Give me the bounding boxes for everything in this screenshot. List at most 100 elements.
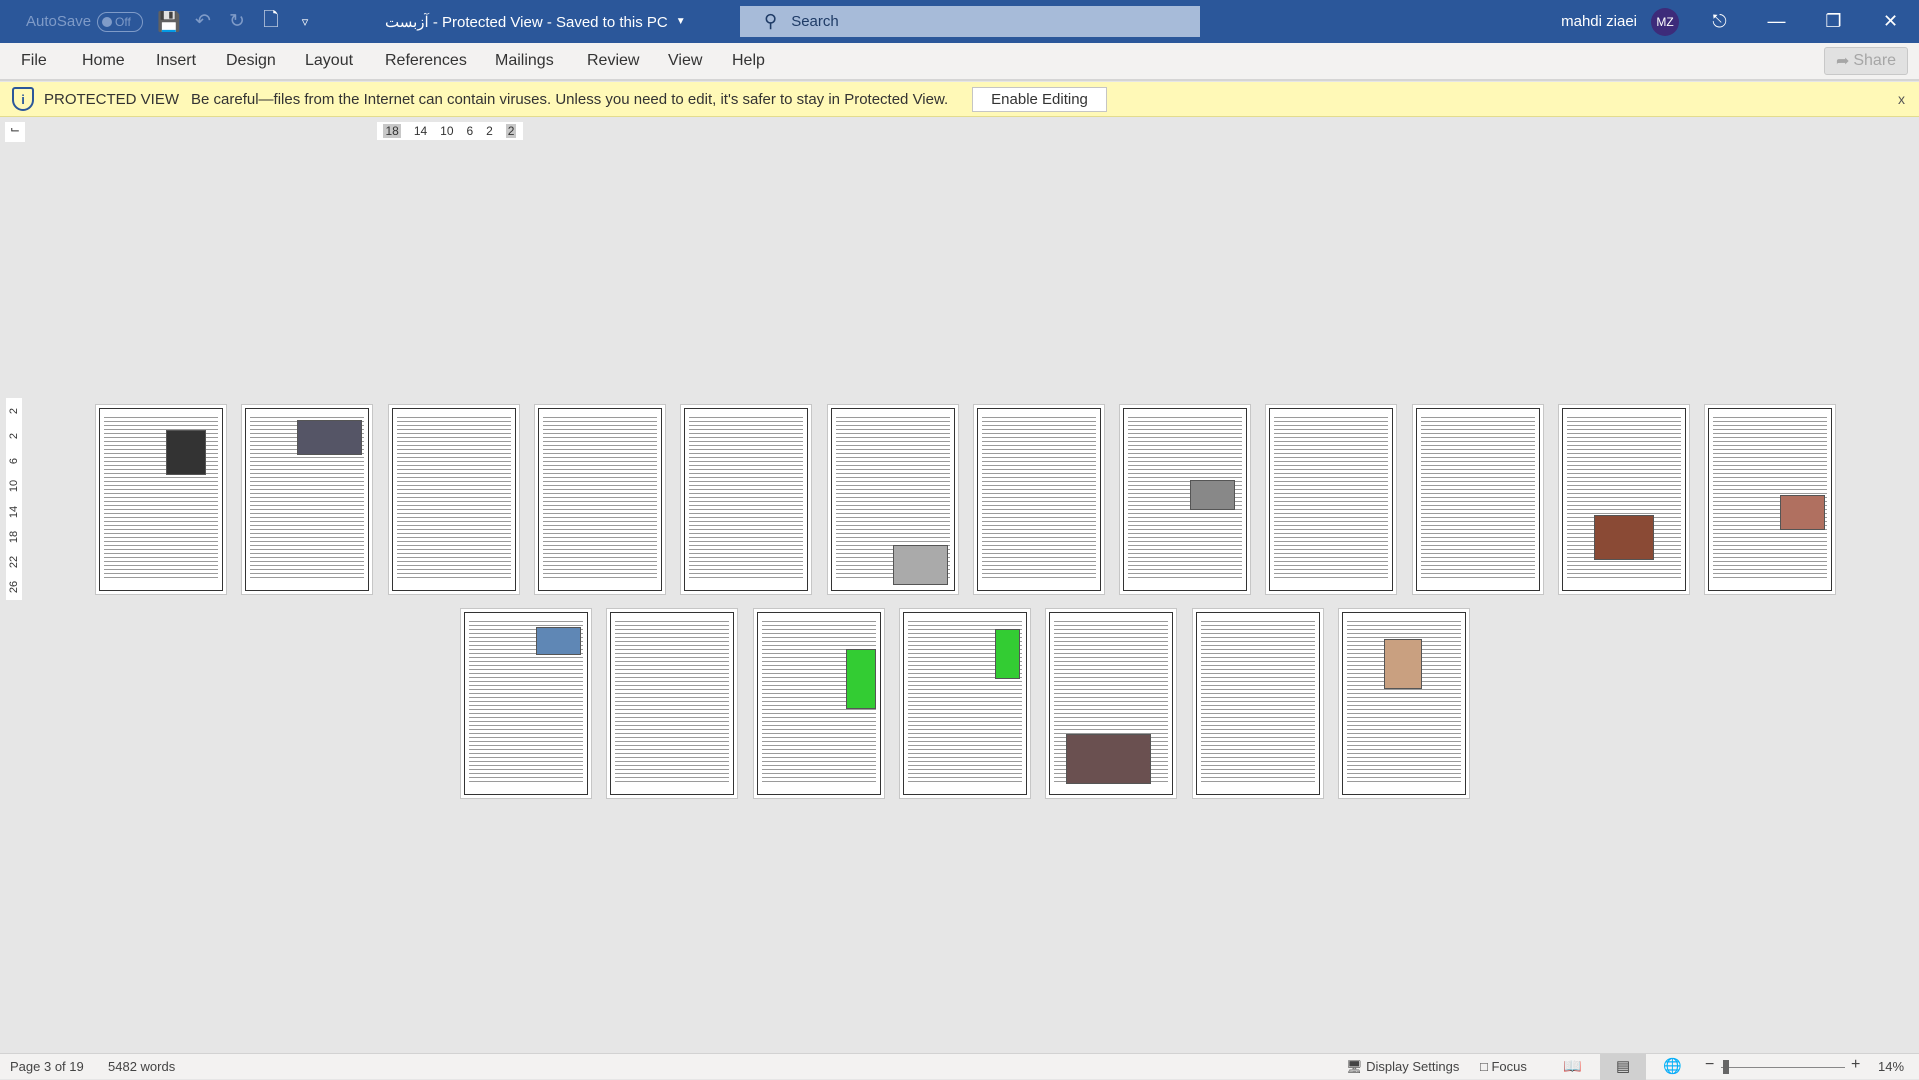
zoom-slider[interactable] [1721, 1067, 1845, 1068]
ruler-tick: 2 [8, 432, 20, 439]
page-thumbnail[interactable] [1191, 608, 1324, 799]
tab-layout[interactable]: Layout [305, 52, 353, 70]
chevron-down-icon: ▼ [675, 16, 686, 27]
page-thumbnail[interactable] [533, 404, 666, 595]
page-thumbnail[interactable] [241, 404, 374, 595]
restore-icon[interactable]: ❐ [1805, 11, 1862, 32]
page-thumbnail[interactable] [95, 404, 227, 595]
share-button[interactable]: ➦ Share [1824, 47, 1908, 75]
document-title-text: آزبست - Protected View - Saved to this P… [385, 13, 668, 31]
page-thumbnail[interactable] [1411, 404, 1544, 595]
page-text [1420, 415, 1535, 580]
display-settings-button[interactable]: 🖥 Display Settings [1346, 1059, 1459, 1075]
tab-file[interactable]: File [21, 52, 47, 70]
ruler-tick: 10 [440, 124, 454, 138]
tab-mailings[interactable]: Mailings [495, 52, 554, 70]
redo-icon[interactable]: ↻ [220, 10, 254, 33]
protected-view-bar: i PROTECTED VIEW Be careful—files from t… [0, 82, 1919, 117]
ruler-tick: 22 [8, 556, 20, 569]
ruler-tick: 18 [383, 124, 401, 138]
web-layout-icon[interactable]: 🌐 [1663, 1057, 1682, 1075]
page-thumbnail[interactable] [1119, 404, 1252, 595]
page-image [1383, 639, 1422, 689]
search-icon: ⚲ [764, 11, 778, 31]
word-count[interactable]: 5482 words [108, 1059, 175, 1074]
document-title[interactable]: آزبست - Protected View - Saved to this P… [385, 0, 686, 43]
zoom-out-icon[interactable]: − [1705, 1056, 1714, 1074]
page-image [536, 627, 581, 655]
ribbon-display-options-icon[interactable]: ⎋ [1691, 11, 1748, 32]
tab-view[interactable]: View [668, 52, 702, 70]
page-thumbnail[interactable] [460, 608, 592, 799]
page-text [689, 415, 804, 580]
save-icon[interactable]: 💾 [152, 10, 186, 34]
focus-button[interactable]: □ Focus [1480, 1059, 1527, 1074]
display-settings-label: Display Settings [1366, 1059, 1460, 1074]
page-thumbnail[interactable] [752, 608, 885, 799]
page-image [1594, 515, 1654, 560]
status-bar: Page 3 of 19 5482 words 🖥 Display Settin… [0, 1053, 1919, 1080]
page-thumbnail[interactable] [1045, 608, 1178, 799]
page-image [166, 430, 206, 475]
page-thumbnail[interactable] [680, 404, 813, 595]
page-image [845, 649, 876, 709]
ruler-tick: 2 [8, 407, 20, 414]
enable-editing-button[interactable]: Enable Editing [972, 86, 1107, 112]
print-layout-icon: ▤ [1616, 1058, 1631, 1075]
share-icon: ➦ [1835, 53, 1850, 70]
customize-toolbar-icon[interactable]: ▿ [288, 14, 322, 30]
title-bar: AutoSave Off 💾 ↶ ↻ 🗋 ▿ آزبست - Protected … [0, 0, 1919, 43]
tab-references[interactable]: References [385, 52, 467, 70]
tab-help[interactable]: Help [732, 52, 765, 70]
page-thumbnail[interactable] [1558, 404, 1690, 595]
tab-review[interactable]: Review [587, 52, 639, 70]
tab-insert[interactable]: Insert [156, 52, 196, 70]
ruler-tick: 6 [8, 458, 20, 465]
user-name[interactable]: mahdi ziaei [1561, 13, 1637, 30]
page-image [1066, 734, 1152, 784]
page-thumbnail[interactable] [1265, 404, 1398, 595]
ruler-tick: 26 [8, 581, 20, 594]
zoom-slider-thumb[interactable] [1723, 1060, 1729, 1074]
vertical-ruler[interactable]: 2 2 6 10 14 18 22 26 [6, 398, 22, 600]
page-text [542, 415, 657, 580]
focus-label: Focus [1491, 1059, 1527, 1074]
tab-home[interactable]: Home [82, 52, 125, 70]
tab-selector[interactable]: ⌙ [5, 122, 25, 142]
page-text [615, 619, 730, 784]
tab-design[interactable]: Design [226, 52, 276, 70]
ruler-tick: 2 [505, 124, 517, 138]
search-box[interactable]: ⚲ Search [740, 6, 1200, 37]
autosave-toggle[interactable]: AutoSave Off [26, 0, 144, 43]
read-mode-icon[interactable]: 📖 [1563, 1057, 1582, 1075]
page-thumbnail[interactable] [1337, 608, 1470, 799]
page-thumbnail[interactable] [826, 404, 959, 595]
page-text [981, 415, 1096, 580]
horizontal-ruler[interactable]: 18 14 10 6 2 2 [377, 122, 523, 140]
close-bar-icon[interactable]: x [1898, 91, 1905, 107]
page-count[interactable]: Page 3 of 19 [10, 1059, 84, 1074]
page-thumbnail[interactable] [898, 608, 1031, 799]
page-thumbnail[interactable] [1704, 404, 1837, 595]
page-image [297, 420, 363, 455]
ruler-tick: 14 [8, 505, 20, 518]
ruler-tick: 2 [486, 124, 493, 138]
avatar[interactable]: MZ [1651, 7, 1679, 36]
undo-icon[interactable]: ↶ [186, 10, 220, 33]
close-icon[interactable]: ✕ [1862, 11, 1919, 32]
ribbon-tabs: File Home Insert Design Layout Reference… [0, 43, 1919, 81]
ruler-tick: 14 [413, 124, 428, 138]
page-image [1780, 495, 1826, 530]
page-image [994, 629, 1020, 679]
page-thumbnail[interactable] [606, 608, 739, 799]
page-thumbnail[interactable] [387, 404, 520, 595]
toggle-state: Off [115, 14, 131, 29]
zoom-in-icon[interactable]: + [1851, 1056, 1860, 1074]
print-layout-button[interactable]: ▤ [1600, 1054, 1646, 1080]
page-image [892, 545, 948, 585]
toggle-switch[interactable]: Off [97, 11, 144, 32]
minimize-icon[interactable]: — [1748, 11, 1805, 32]
page-thumbnail[interactable] [972, 404, 1105, 595]
new-document-icon[interactable]: 🗋 [254, 6, 288, 38]
zoom-level[interactable]: 14% [1878, 1059, 1904, 1074]
